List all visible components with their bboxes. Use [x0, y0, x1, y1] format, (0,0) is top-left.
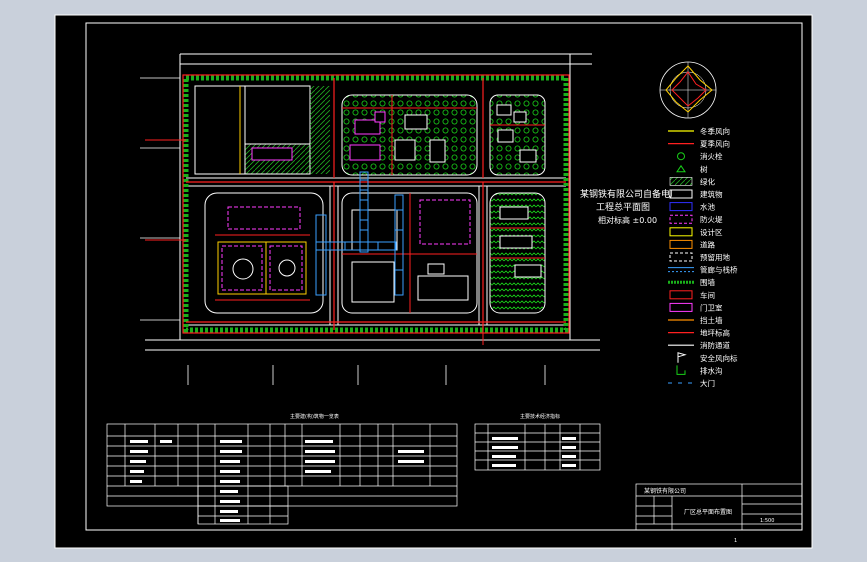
legend-label: 挡土墙	[700, 315, 723, 325]
legend-label: 道路	[700, 239, 715, 249]
legend-label: 管廊与栈桥	[700, 265, 738, 275]
title-block-scale: 1:500	[760, 518, 774, 524]
legend-label: 树	[700, 164, 708, 174]
indicators-table-title: 主要技术经济指标	[520, 413, 560, 420]
legend-label: 冬季风向	[700, 126, 730, 136]
block-c	[489, 94, 546, 176]
block-b	[341, 94, 478, 176]
legend-label: 水池	[700, 202, 715, 212]
legend-label: 车间	[700, 290, 715, 300]
buildings-table-title: 主要建(构)筑物一览表	[290, 413, 339, 420]
legend-label: 消火栓	[700, 151, 723, 161]
title-block-drawing-name: 厂区总平面布置图	[684, 508, 732, 516]
legend-label: 地坪标高	[700, 328, 730, 338]
block-f	[489, 192, 546, 314]
wind-rose	[659, 61, 717, 119]
legend-label: 设计区	[700, 227, 723, 237]
plant-title: 某钢铁有限公司自备电厂	[580, 188, 679, 200]
legend-label: 夏季风向	[700, 139, 730, 149]
legend-label: 围墙	[700, 277, 715, 287]
title-block-sheet: 1	[734, 538, 737, 544]
legend-label: 预留用地	[700, 252, 730, 262]
plant-title-line2: 工程总平面图	[596, 201, 650, 213]
legend-label: 大门	[700, 378, 715, 388]
cad-drawing: 某钢铁有限公司自备电厂 工程总平面图 相对标高 ±0.00 冬季风向夏季风向消火…	[54, 14, 813, 549]
legend-label: 门卫室	[700, 302, 723, 312]
legend-label: 排水沟	[700, 365, 723, 375]
legend-label: 建筑物	[700, 189, 723, 199]
hatch-swatch	[669, 177, 693, 186]
legend-label: 绿化	[700, 176, 715, 186]
legend-label: 防火堤	[700, 214, 723, 224]
north-note: 相对标高 ±0.00	[598, 215, 657, 225]
title-block-company: 某钢铁有限公司	[644, 487, 686, 495]
legend-label: 消防通道	[700, 340, 730, 350]
legend-label: 安全风向标	[700, 353, 738, 363]
